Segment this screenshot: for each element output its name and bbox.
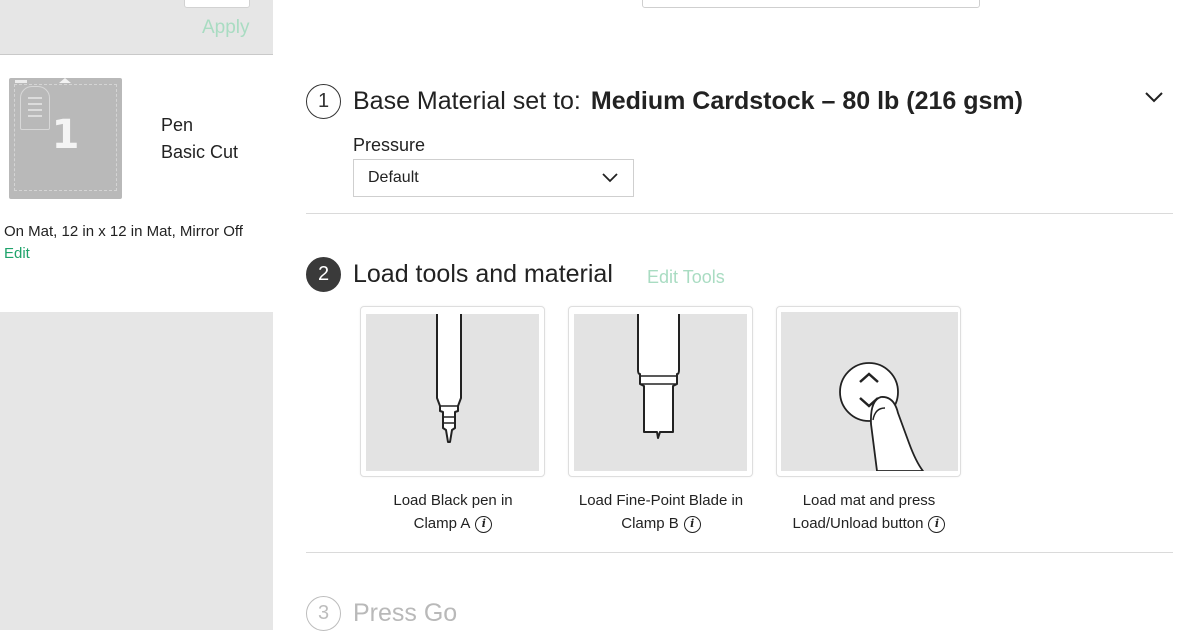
blade-icon xyxy=(637,314,680,439)
step-1-badge: 1 xyxy=(306,84,341,119)
base-material-value: Medium Cardstock – 80 lb (216 gsm) xyxy=(590,87,1023,115)
step-3-badge: 3 xyxy=(306,596,341,631)
sidebar-empty-area xyxy=(0,312,273,630)
card-caption-line1: Load mat and press xyxy=(802,492,936,509)
info-icon[interactable]: i xyxy=(683,515,701,533)
step-2-badge: 2 xyxy=(306,257,341,292)
edit-mat-link[interactable]: Edit xyxy=(4,245,30,262)
step-2-title: Load tools and material xyxy=(353,260,613,288)
tool-card-pen xyxy=(360,306,545,477)
sidebar-input[interactable] xyxy=(184,0,250,8)
card-caption-line2: Clamp A xyxy=(413,515,471,532)
mat-number: 1 xyxy=(51,112,80,158)
tool-card-load-mat xyxy=(776,306,961,477)
pressure-select[interactable]: Default xyxy=(353,159,634,197)
info-icon[interactable]: i xyxy=(928,515,946,533)
mat-thumbnail[interactable]: 1 xyxy=(9,78,122,199)
card-caption-line1: Load Black pen in xyxy=(393,492,513,509)
mat-notch xyxy=(59,78,71,83)
pressure-label: Pressure xyxy=(353,135,426,155)
mat-tool-label: Pen xyxy=(161,115,194,135)
card-caption-line1: Load Fine-Point Blade in xyxy=(578,492,744,509)
card-caption-line2: Load/Unload button xyxy=(792,515,924,532)
section-divider xyxy=(306,213,1173,214)
tool-card-image xyxy=(781,312,958,471)
card-caption: Load mat and press Load/Unload button i xyxy=(759,489,979,535)
card-caption-line2: Clamp B xyxy=(621,515,679,532)
sidebar-header: Apply xyxy=(0,0,273,55)
chevron-down-icon xyxy=(602,173,618,183)
section-divider xyxy=(306,552,1173,553)
tool-card-blade xyxy=(568,306,753,477)
load-unload-button-icon xyxy=(839,362,924,471)
edit-tools-link[interactable]: Edit Tools xyxy=(647,267,725,288)
mat-info-text: On Mat, 12 in x 12 in Mat, Mirror Off xyxy=(4,223,243,240)
pen-icon xyxy=(436,314,462,443)
info-icon[interactable]: i xyxy=(475,515,493,533)
base-material-prefix: Base Material set to: xyxy=(353,87,581,115)
mat-brand-logo xyxy=(15,80,27,83)
step-1-title: Base Material set to: Medium Cardstock – … xyxy=(353,87,1023,116)
tool-card-image xyxy=(574,314,747,471)
step-3-title: Press Go xyxy=(353,599,458,627)
mat-cut-type-label: Basic Cut xyxy=(161,142,239,162)
sidebar: Apply 1 Pen Basic Cut On Mat, 12 in x 12… xyxy=(0,0,273,630)
pressure-select-value: Default xyxy=(368,169,419,186)
apply-button[interactable]: Apply xyxy=(202,17,250,39)
chevron-down-icon[interactable] xyxy=(1144,90,1164,104)
tool-card-image xyxy=(366,314,539,471)
top-field[interactable] xyxy=(642,0,980,8)
card-caption: Load Black pen in Clamp Ai xyxy=(343,489,563,535)
card-caption: Load Fine-Point Blade in Clamp Bi xyxy=(551,489,771,535)
